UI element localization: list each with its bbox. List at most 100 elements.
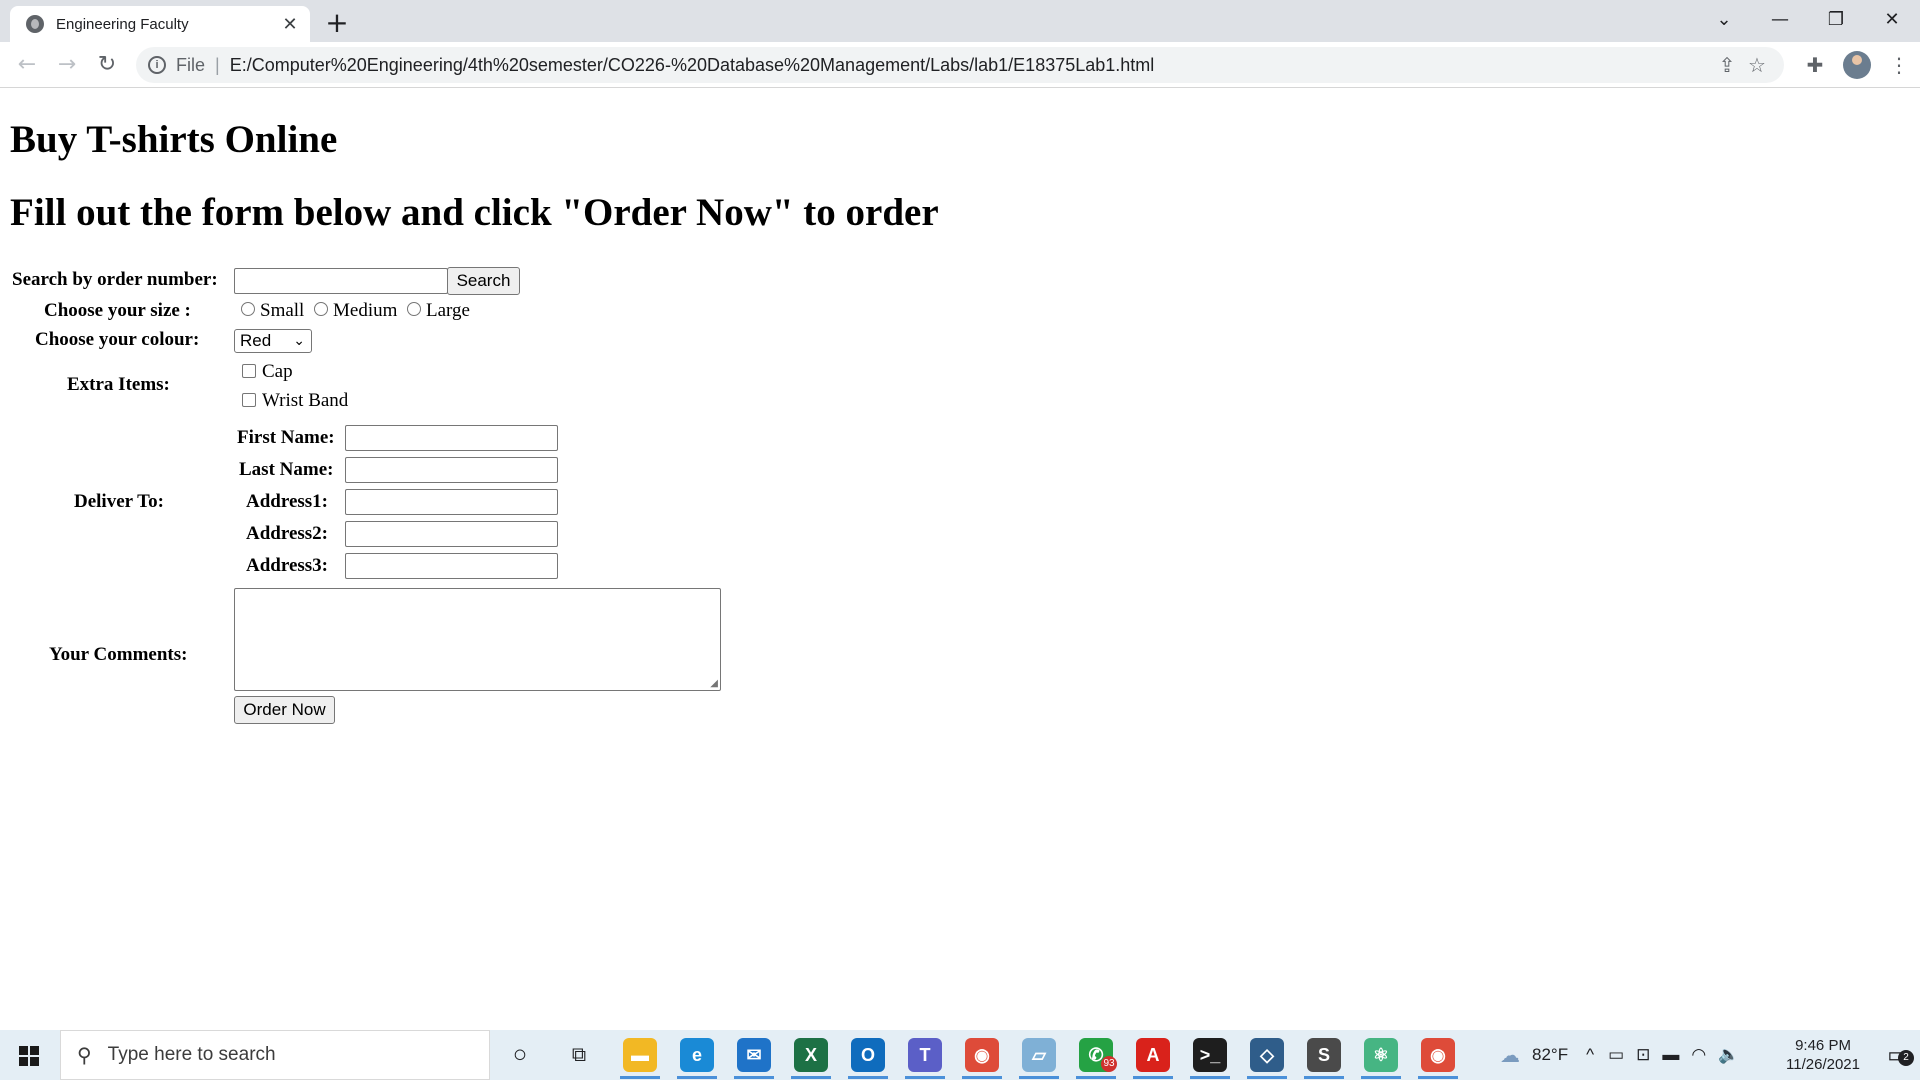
task-view-icon[interactable]: ⧉ (562, 1038, 596, 1072)
security-icon[interactable]: ⊡ (1636, 1045, 1650, 1065)
running-indicator (1361, 1076, 1401, 1079)
address3-input[interactable] (345, 553, 558, 579)
extras-label: Extra Items: (67, 374, 170, 395)
running-indicator (1418, 1076, 1458, 1079)
reload-icon[interactable]: ↻ (90, 48, 124, 82)
chrome-profile-icon[interactable]: ◉ (1421, 1038, 1455, 1072)
back-icon[interactable]: ← (10, 48, 44, 82)
profile-avatar[interactable] (1836, 51, 1878, 79)
tab-search-icon[interactable]: ⌄ (1696, 0, 1752, 42)
clock-date: 11/26/2021 (1786, 1056, 1860, 1073)
order-search-input[interactable] (234, 268, 448, 294)
new-tab-button[interactable]: + (320, 8, 354, 42)
last-name-input[interactable] (345, 457, 558, 483)
minimize-icon[interactable]: — (1752, 0, 1808, 42)
first-name-input[interactable] (345, 425, 558, 451)
address1-label: Address1: (246, 491, 328, 512)
window-controls: ⌄ — ❐ ✕ (1696, 0, 1920, 42)
wifi-icon[interactable]: ◠ (1691, 1045, 1706, 1065)
size-medium-label: Medium (333, 300, 398, 321)
start-button[interactable] (0, 1030, 60, 1080)
size-medium-radio[interactable] (314, 302, 328, 316)
info-icon[interactable]: i (148, 56, 166, 74)
cortana-icon[interactable]: ○ (503, 1038, 537, 1072)
address2-input[interactable] (345, 521, 558, 547)
comments-textarea[interactable]: ◢ (234, 588, 721, 691)
deliver-to-label: Deliver To: (74, 491, 164, 512)
search-button[interactable]: Search (447, 267, 520, 295)
excel-icon[interactable]: X (794, 1038, 828, 1072)
running-indicator (620, 1076, 660, 1079)
running-indicator (1304, 1076, 1344, 1079)
address1-input[interactable] (345, 489, 558, 515)
address-bar[interactable]: i File | E:/Computer%20Engineering/4th%2… (136, 47, 1784, 83)
browser-tab[interactable]: Engineering Faculty ✕ (10, 6, 310, 42)
address3-label: Address3: (246, 555, 328, 576)
tray-chevron-icon[interactable]: ^ (1586, 1045, 1594, 1065)
url-separator: | (215, 54, 220, 75)
restore-icon[interactable]: ❐ (1808, 0, 1864, 42)
close-tab-icon[interactable]: ✕ (280, 14, 300, 35)
acrobat-icon[interactable]: A (1136, 1038, 1170, 1072)
outlook-icon[interactable]: O (851, 1038, 885, 1072)
virtualbox-icon[interactable]: ◇ (1250, 1038, 1284, 1072)
taskbar-search[interactable]: ⚲ Type here to search (60, 1030, 490, 1080)
size-large-radio[interactable] (407, 302, 421, 316)
url-scheme: File (176, 54, 206, 75)
running-indicator (1019, 1076, 1059, 1079)
bookmark-star-icon[interactable]: ☆ (1742, 53, 1772, 78)
address2-label: Address2: (246, 523, 328, 544)
close-window-icon[interactable]: ✕ (1864, 0, 1920, 42)
battery-icon[interactable]: ▬ (1662, 1045, 1679, 1065)
sublime-icon[interactable]: S (1307, 1038, 1341, 1072)
teams-icon[interactable]: T (908, 1038, 942, 1072)
colour-label: Choose your colour: (35, 329, 200, 350)
extensions-icon[interactable]: ✚ (1794, 53, 1836, 77)
windows-logo-tile (30, 1046, 39, 1055)
file-explorer-icon[interactable]: ▬ (623, 1038, 657, 1072)
first-name-label: First Name: (237, 427, 335, 448)
meet-icon[interactable]: ▭ (1608, 1045, 1624, 1065)
whatsapp-unread-badge: 93 (1101, 1056, 1117, 1072)
page-content: Buy T-shirts Online Fill out the form be… (0, 88, 1920, 1030)
chevron-down-icon: ⌄ (293, 332, 305, 348)
size-large-label: Large (426, 300, 470, 321)
chrome-icon[interactable]: ◉ (965, 1038, 999, 1072)
cap-label: Cap (262, 361, 293, 382)
running-indicator (1247, 1076, 1287, 1079)
forward-icon[interactable]: → (50, 48, 84, 82)
resize-grip-icon[interactable]: ◢ (710, 678, 718, 689)
terminal-icon[interactable]: >_ (1193, 1038, 1227, 1072)
wrist-band-label: Wrist Band (262, 390, 349, 411)
clock[interactable]: 9:46 PM 11/26/2021 (1786, 1036, 1860, 1074)
temperature[interactable]: 82°F (1532, 1045, 1568, 1065)
running-indicator (677, 1076, 717, 1079)
edge-icon[interactable]: e (680, 1038, 714, 1072)
size-small-radio[interactable] (241, 302, 255, 316)
menu-icon[interactable]: ⋮ (1878, 53, 1920, 77)
browser-tabstrip: Engineering Faculty ✕ + ⌄ — ❐ ✕ (0, 0, 1920, 42)
wrist-band-checkbox[interactable] (242, 393, 256, 407)
running-indicator (905, 1076, 945, 1079)
search-label: Search by order number: (12, 269, 218, 290)
url-text[interactable]: E:/Computer%20Engineering/4th%20semester… (230, 55, 1712, 76)
mail-icon[interactable]: ✉ (737, 1038, 771, 1072)
windows-taskbar: ⚲ Type here to search ○ ⧉ ▬ e ✉ X O T ◉ ▱ ✆ 93 A >_… (0, 1030, 1920, 1080)
atom-icon[interactable]: ⚛ (1364, 1038, 1398, 1072)
running-indicator (1076, 1076, 1116, 1079)
search-icon: ⚲ (77, 1044, 92, 1067)
running-indicator (734, 1076, 774, 1079)
notification-count: 2 (1898, 1050, 1914, 1066)
browser-toolbar: ← → ↻ i File | E:/Computer%20Engineering… (0, 42, 1920, 88)
cap-checkbox[interactable] (242, 364, 256, 378)
notifications-icon[interactable]: ▭2 (1887, 1042, 1914, 1068)
colour-select[interactable]: Red ⌄ (234, 329, 312, 353)
volume-icon[interactable]: 🔈 (1718, 1045, 1739, 1065)
comments-label: Your Comments: (49, 644, 188, 665)
size-label: Choose your size : (44, 300, 191, 321)
order-now-button[interactable]: Order Now (234, 696, 335, 724)
avatar (1843, 51, 1871, 79)
notepad-icon[interactable]: ▱ (1022, 1038, 1056, 1072)
share-icon[interactable]: ⇪ (1712, 53, 1742, 78)
weather-icon[interactable]: ☁ (1500, 1043, 1520, 1068)
